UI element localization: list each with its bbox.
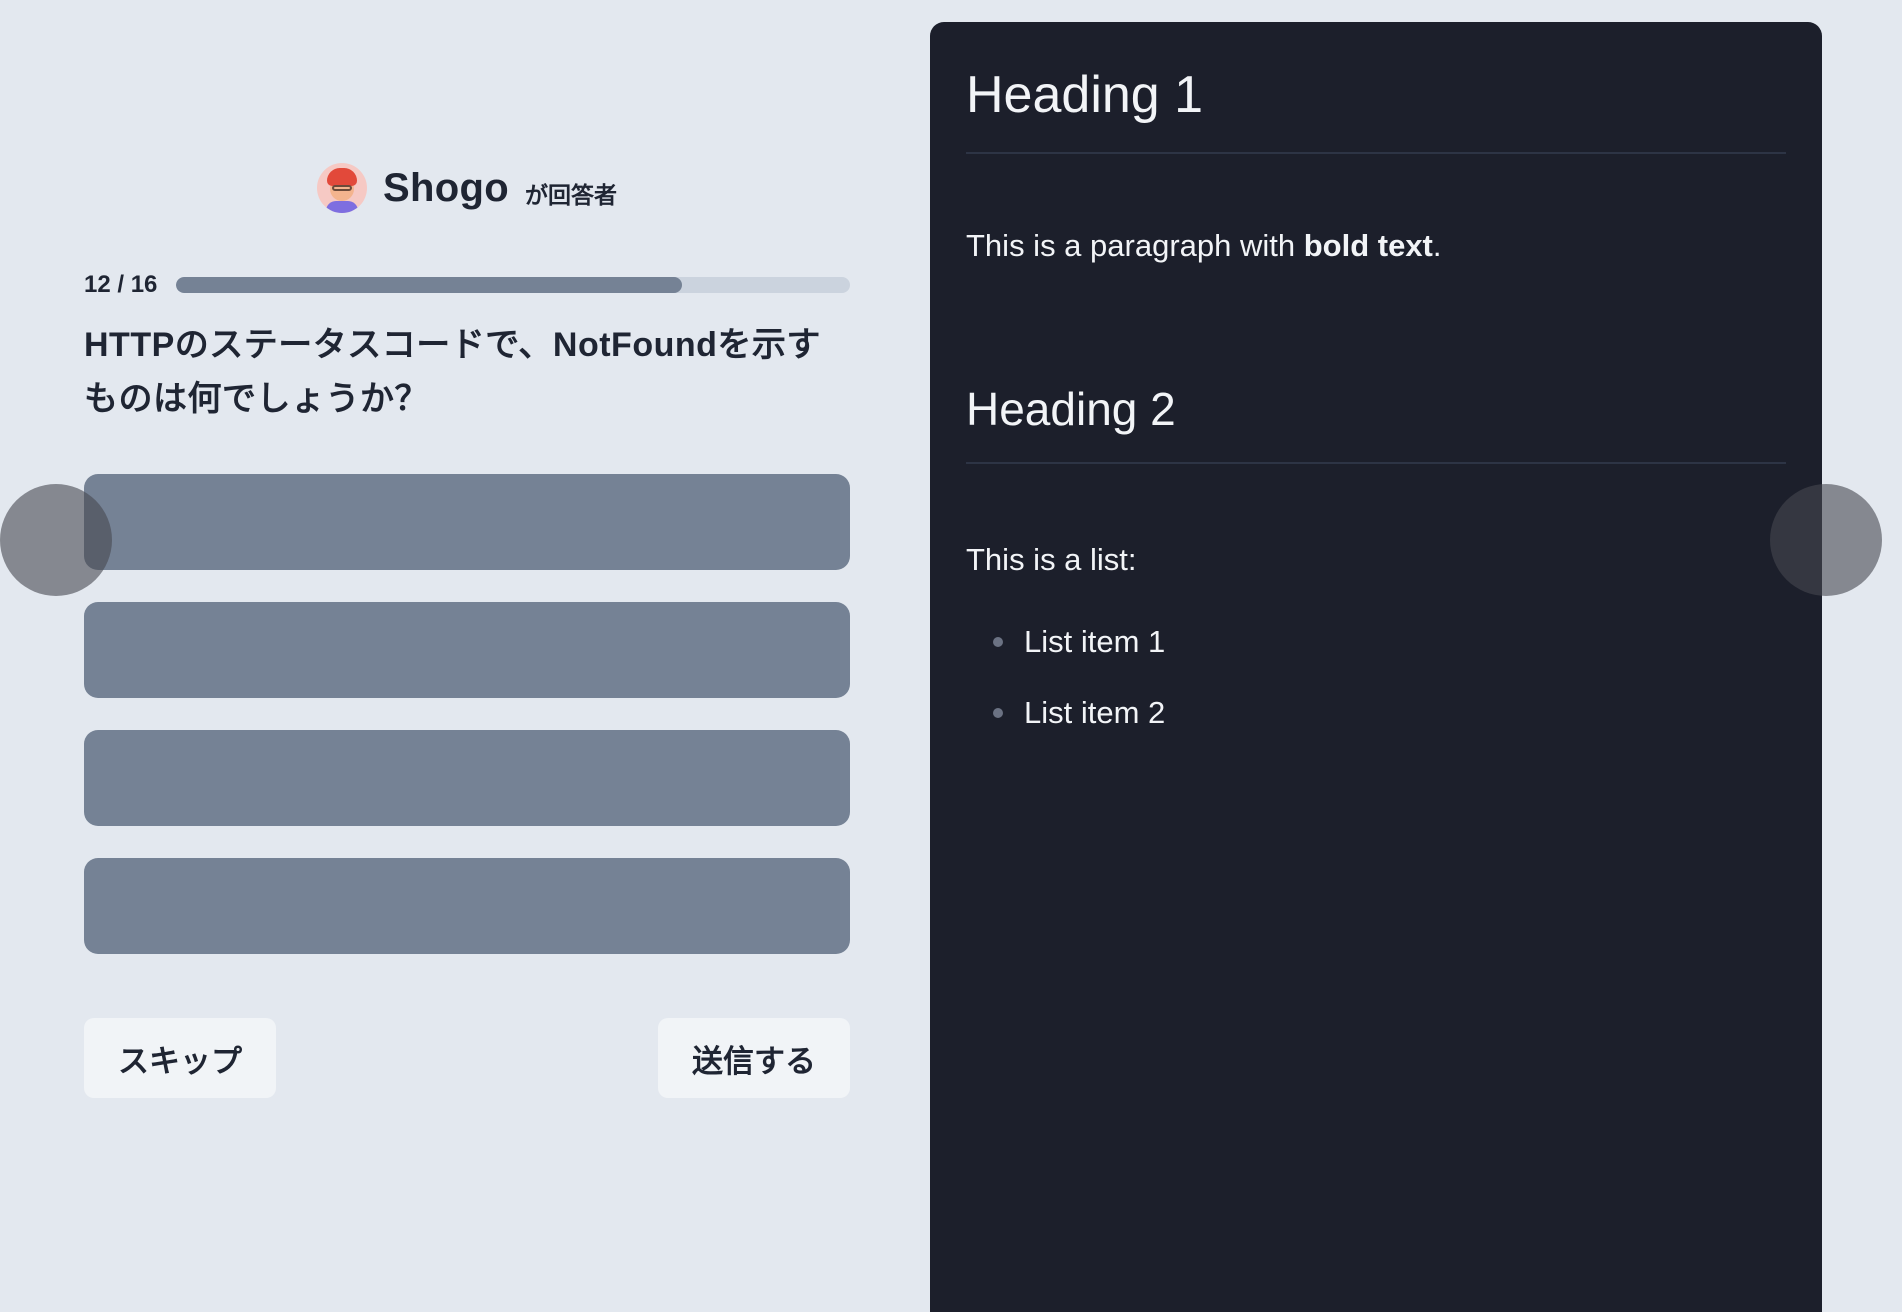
paragraph-bold-text: bold text [1303, 228, 1433, 263]
answer-choice-2[interactable] [84, 602, 850, 698]
quiz-panel: Shogo が回答者 12 / 16 HTTPのステータスコードで、NotFou… [84, 0, 850, 1274]
answer-choice-3[interactable] [84, 730, 850, 826]
paragraph-text: This is a paragraph with [966, 228, 1304, 263]
paragraph-suffix: . [1432, 228, 1442, 263]
next-question-button[interactable] [1770, 484, 1882, 596]
progress-bar-fill [176, 277, 682, 293]
list-item: List item 1 [966, 622, 1165, 662]
markdown-preview-panel: Heading 1 This is a paragraph with bold … [930, 22, 1822, 1312]
preview-heading-1: Heading 1 [966, 62, 1786, 154]
skip-button[interactable]: スキップ [84, 1018, 276, 1098]
progress-row: 12 / 16 [84, 270, 850, 300]
answer-choice-4[interactable] [84, 858, 850, 954]
preview-list-intro: This is a list: [966, 542, 1137, 577]
submit-button[interactable]: 送信する [658, 1018, 850, 1098]
list-item: List item 2 [966, 693, 1165, 733]
preview-list: List item 1 List item 2 [966, 622, 1165, 764]
bullet-icon [993, 708, 1003, 718]
respondent-header: Shogo が回答者 [84, 160, 850, 216]
list-item-label: List item 2 [1024, 695, 1166, 730]
question-text: HTTPのステータスコードで、NotFoundを示すものは何でしょうか？ [84, 326, 821, 418]
progress-counter: 12 / 16 [84, 271, 158, 298]
list-item-label: List item 1 [1024, 624, 1166, 659]
preview-heading-2: Heading 2 [966, 380, 1786, 464]
bullet-icon [993, 637, 1003, 647]
preview-paragraph: This is a paragraph with bold text. [966, 226, 1442, 266]
respondent-name: Shogo [383, 165, 509, 210]
avatar-icon [317, 163, 368, 213]
previous-question-button[interactable] [0, 484, 112, 596]
respondent-role: が回答者 [524, 182, 617, 208]
answer-choice-1[interactable] [84, 474, 850, 570]
progress-bar [176, 277, 850, 293]
